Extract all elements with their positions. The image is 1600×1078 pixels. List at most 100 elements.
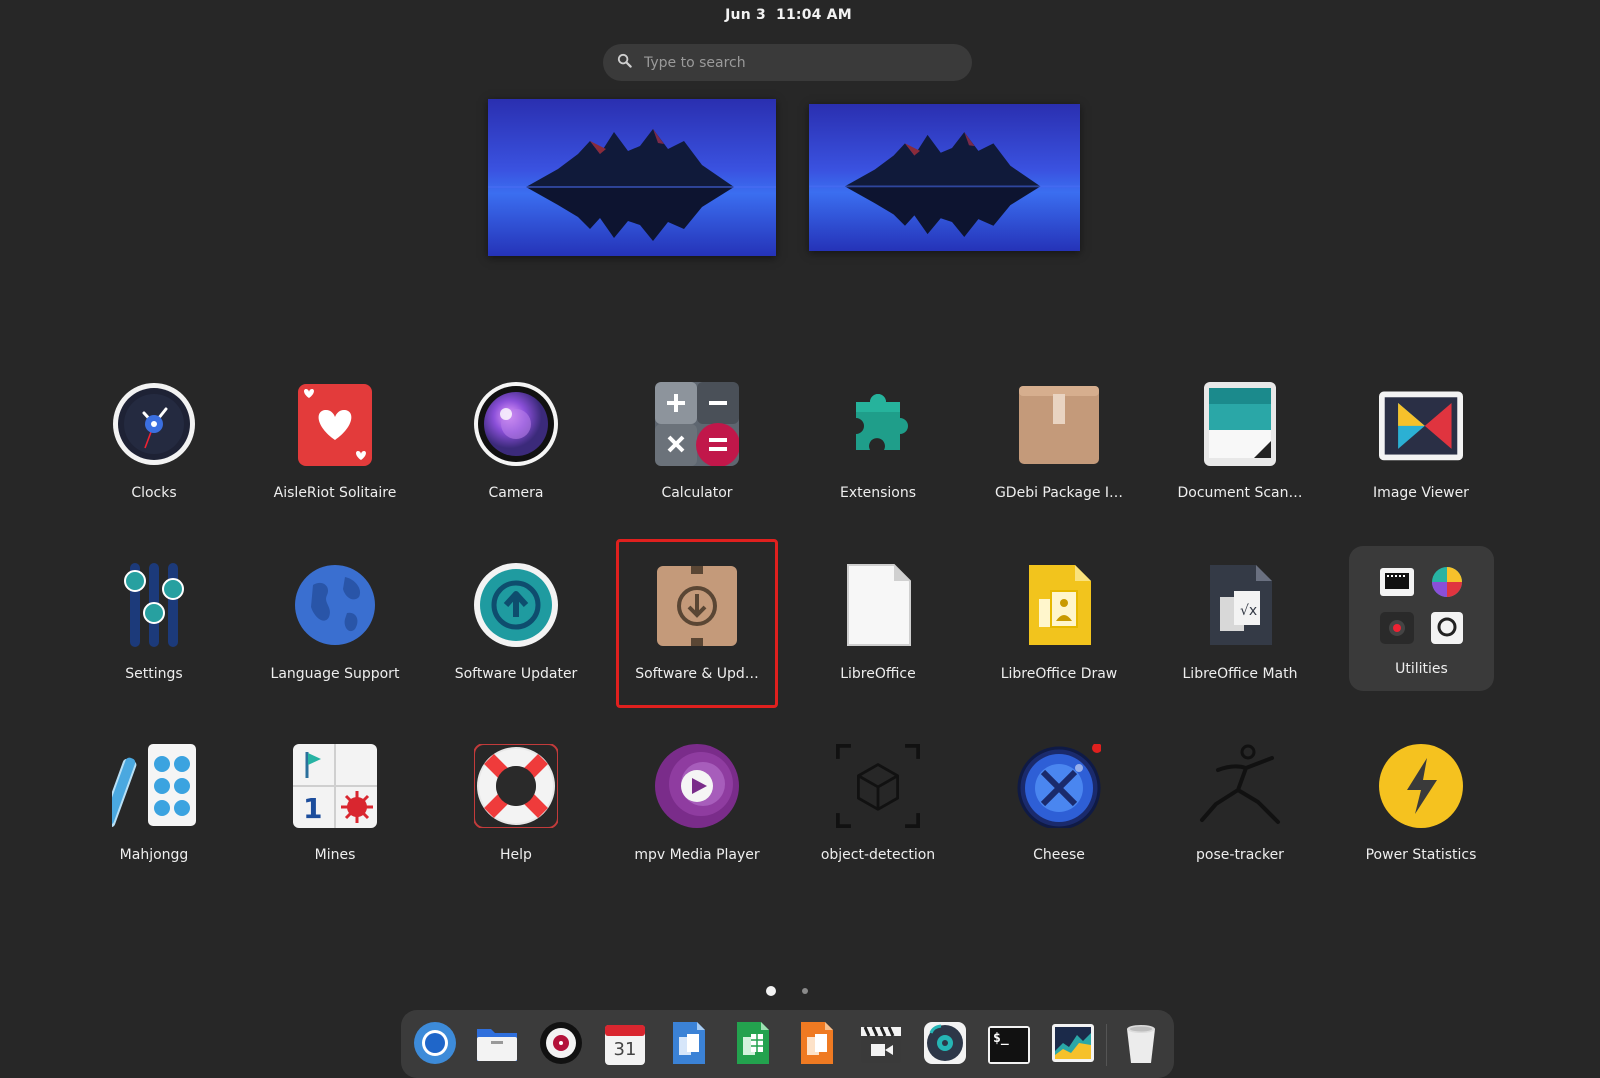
folder-icon bbox=[475, 1021, 519, 1069]
app-gdebi[interactable]: GDebi Package I… bbox=[979, 372, 1139, 532]
calculator-icon bbox=[655, 382, 739, 466]
dock-music[interactable] bbox=[922, 1022, 968, 1068]
mahjong-tile-icon bbox=[112, 744, 196, 828]
mines-icon: 1 bbox=[293, 744, 377, 828]
running-figure-icon bbox=[1198, 744, 1282, 828]
cube-frame-icon bbox=[836, 744, 920, 828]
draw-doc-icon bbox=[1017, 563, 1101, 647]
app-label: Clocks bbox=[131, 485, 177, 501]
dock-videos[interactable] bbox=[858, 1022, 904, 1068]
scanner-icon bbox=[1198, 382, 1282, 466]
sliders-icon bbox=[112, 563, 196, 647]
app-mpv-media-player[interactable]: mpv Media Player bbox=[617, 734, 777, 894]
app-extensions[interactable]: Extensions bbox=[798, 372, 958, 532]
search-input[interactable] bbox=[642, 53, 946, 72]
app-settings[interactable]: Settings bbox=[74, 553, 234, 713]
clapper-icon bbox=[859, 1021, 903, 1069]
app-label: Power Statistics bbox=[1365, 847, 1477, 863]
presentation-icon bbox=[795, 1021, 839, 1069]
puzzle-icon bbox=[836, 382, 920, 466]
top-bar-clock[interactable]: Jun 3 11:04 AM bbox=[0, 7, 1577, 23]
terminal-icon: $_ bbox=[987, 1023, 1031, 1067]
calendar-icon: 31 bbox=[603, 1023, 647, 1067]
math-doc-icon: √x bbox=[1198, 563, 1282, 647]
dock-presentation[interactable] bbox=[794, 1022, 840, 1068]
dock: 31 $_ bbox=[401, 1010, 1174, 1078]
app-pose-tracker[interactable]: pose-tracker bbox=[1160, 734, 1320, 894]
app-object-detection[interactable]: object-detection bbox=[798, 734, 958, 894]
app-label: Camera bbox=[488, 485, 544, 501]
app-label: Software Updater bbox=[454, 666, 578, 682]
app-calculator[interactable]: Calculator bbox=[617, 372, 777, 532]
app-help[interactable]: Help bbox=[436, 734, 596, 894]
workspace-thumbnail-2[interactable] bbox=[809, 104, 1080, 251]
dock-system-monitor[interactable] bbox=[1050, 1022, 1096, 1068]
app-label: LibreOffice Draw bbox=[1000, 666, 1118, 682]
app-label: pose-tracker bbox=[1196, 847, 1284, 863]
app-software-and-updates[interactable]: Software & Upd… bbox=[616, 539, 778, 708]
camera-lens-icon bbox=[474, 382, 558, 466]
search-icon bbox=[617, 53, 632, 72]
clock-time: 11:04 AM bbox=[776, 7, 852, 23]
app-label: Calculator bbox=[661, 485, 733, 501]
spreadsheet-icon bbox=[731, 1021, 775, 1069]
dock-writer[interactable] bbox=[666, 1022, 712, 1068]
package-box-icon bbox=[1017, 382, 1101, 466]
app-label: Mahjongg bbox=[119, 847, 189, 863]
trash-icon bbox=[1119, 1021, 1163, 1069]
dock-terminal[interactable]: $_ bbox=[986, 1022, 1032, 1068]
app-label: LibreOffice Math bbox=[1182, 666, 1298, 682]
folder-grid-icon bbox=[1377, 566, 1467, 646]
document-icon bbox=[836, 563, 920, 647]
dock-separator bbox=[1106, 1024, 1107, 1066]
lightning-icon bbox=[1379, 744, 1463, 828]
page-dot-2[interactable] bbox=[802, 988, 808, 994]
update-arrow-icon bbox=[474, 563, 558, 647]
app-label: Language Support bbox=[270, 666, 400, 682]
app-folder-utilities[interactable]: Utilities bbox=[1349, 546, 1494, 691]
disc-icon bbox=[923, 1021, 967, 1069]
app-label: Image Viewer bbox=[1373, 485, 1469, 501]
software-box-icon bbox=[655, 564, 739, 648]
app-camera[interactable]: Camera bbox=[436, 372, 596, 532]
svg-text:1: 1 bbox=[303, 792, 322, 825]
browser-icon bbox=[413, 1021, 457, 1069]
app-mines[interactable]: 1 Mines bbox=[255, 734, 415, 894]
app-clocks[interactable]: Clocks bbox=[74, 372, 234, 532]
app-label: Help bbox=[500, 847, 532, 863]
app-libreoffice-draw[interactable]: LibreOffice Draw bbox=[979, 553, 1139, 713]
clock-date: Jun 3 bbox=[725, 7, 766, 23]
monitor-graph-icon bbox=[1051, 1021, 1095, 1069]
app-mahjongg[interactable]: Mahjongg bbox=[74, 734, 234, 894]
dock-trash[interactable] bbox=[1118, 1022, 1164, 1068]
search-field[interactable] bbox=[603, 44, 972, 81]
app-label: LibreOffice bbox=[840, 666, 916, 682]
app-aisleriot-solitaire[interactable]: AisleRiot Solitaire bbox=[255, 372, 415, 532]
app-label: Cheese bbox=[1033, 847, 1085, 863]
workspace-thumbnail-1[interactable] bbox=[488, 99, 776, 256]
app-label: Document Scan… bbox=[1177, 485, 1303, 501]
dock-calendar[interactable]: 31 bbox=[602, 1022, 648, 1068]
app-label: AisleRiot Solitaire bbox=[273, 485, 397, 501]
app-software-updater[interactable]: Software Updater bbox=[436, 553, 596, 713]
app-cheese[interactable]: Cheese bbox=[979, 734, 1139, 894]
app-libreoffice-math[interactable]: √x LibreOffice Math bbox=[1160, 553, 1320, 713]
app-image-viewer[interactable]: Image Viewer bbox=[1341, 372, 1501, 532]
page-indicator bbox=[760, 986, 820, 996]
app-label: mpv Media Player bbox=[634, 847, 760, 863]
dock-browser[interactable] bbox=[412, 1022, 458, 1068]
app-label: GDebi Package I… bbox=[994, 485, 1124, 501]
app-language-support[interactable]: Language Support bbox=[255, 553, 415, 713]
app-libreoffice[interactable]: LibreOffice bbox=[798, 553, 958, 713]
app-label: Extensions bbox=[839, 485, 917, 501]
app-power-statistics[interactable]: Power Statistics bbox=[1341, 734, 1501, 894]
page-dot-1[interactable] bbox=[766, 986, 776, 996]
app-label: Mines bbox=[314, 847, 356, 863]
dock-spreadsheet[interactable] bbox=[730, 1022, 776, 1068]
svg-text:√x: √x bbox=[1240, 603, 1257, 619]
webcam-icon bbox=[1017, 744, 1101, 828]
globe-icon bbox=[293, 563, 377, 647]
app-document-scanner[interactable]: Document Scan… bbox=[1160, 372, 1320, 532]
dock-files[interactable] bbox=[474, 1022, 520, 1068]
dock-music-player[interactable] bbox=[538, 1022, 584, 1068]
